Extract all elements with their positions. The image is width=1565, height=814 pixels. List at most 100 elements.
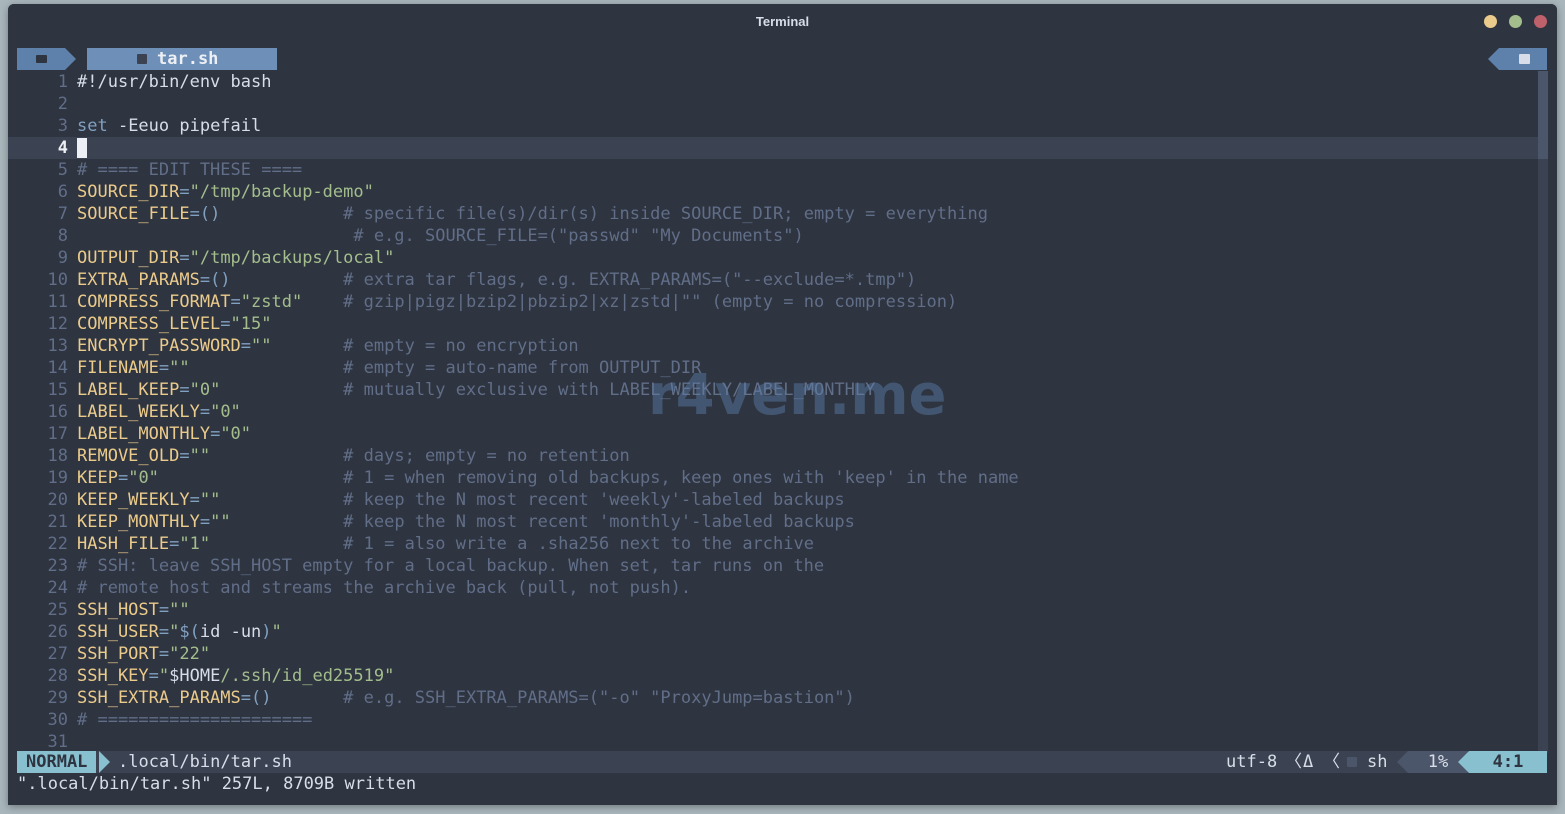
line-number: 2 xyxy=(57,94,68,114)
code-token: SSH_PORT xyxy=(77,644,159,664)
code-line[interactable]: 6 SOURCE_DIR="/tmp/backup-demo" xyxy=(8,181,1538,203)
code-line[interactable]: 5 # ==== EDIT THESE ==== xyxy=(8,159,1538,181)
code-line[interactable]: 10 EXTRA_PARAMS=() # extra tar flags, e.g… xyxy=(8,269,1538,291)
code-line[interactable]: 4 xyxy=(8,137,1538,159)
line-number: 3 xyxy=(57,116,68,136)
scroll-thumb[interactable] xyxy=(1538,71,1548,159)
code-line[interactable]: 7 SOURCE_FILE=() # specific file(s)/dir(s… xyxy=(8,203,1538,225)
code-text: SOURCE_DIR="/tmp/backup-demo" xyxy=(77,181,374,203)
folder-icon xyxy=(36,55,47,63)
code-line[interactable]: 15 LABEL_KEEP="0" # mutually exclusive wi… xyxy=(8,379,1538,401)
code-token: "zstd" xyxy=(240,292,303,312)
tab-active[interactable]: tar.sh xyxy=(87,48,277,70)
code-line[interactable]: 31 xyxy=(8,731,1538,753)
powerline-arrow xyxy=(1488,48,1499,70)
code-token: OUTPUT_DIR xyxy=(77,248,180,268)
tabline: tar.sh xyxy=(17,48,1547,70)
code-line[interactable]: 11 COMPRESS_FORMAT="zstd" # gzip|pigz|bzi… xyxy=(8,291,1538,313)
line-number: 18 xyxy=(47,446,68,466)
code-line[interactable]: 2 xyxy=(8,93,1538,115)
code-token: # empty = auto-name from OUTPUT_DIR xyxy=(343,358,702,378)
window-title: Terminal xyxy=(755,14,810,29)
minimize-button[interactable] xyxy=(1484,15,1497,28)
line-number: 13 xyxy=(47,336,68,356)
code-text: # remote host and streams the archive ba… xyxy=(77,577,691,599)
code-text: SOURCE_FILE=() # specific file(s)/dir(s)… xyxy=(77,203,988,225)
line-number: 30 xyxy=(47,710,68,730)
code-line[interactable]: 30 # ===================== xyxy=(8,709,1538,731)
tab-terminal[interactable] xyxy=(1499,48,1547,70)
code-line[interactable]: 26 SSH_USER="$(id -un)" xyxy=(8,621,1538,643)
line-number: 12 xyxy=(47,314,68,334)
code-line[interactable]: 21 KEEP_MONTHLY="" # keep the N most rece… xyxy=(8,511,1538,533)
line-number: 21 xyxy=(47,512,68,532)
code-line[interactable]: 28 SSH_KEY="$HOME/.ssh/id_ed25519" xyxy=(8,665,1538,687)
code-token: HASH_FILE xyxy=(77,534,170,554)
code-line[interactable]: 12 COMPRESS_LEVEL="15" xyxy=(8,313,1538,335)
code-line[interactable]: 13 ENCRYPT_PASSWORD="" # empty = no encry… xyxy=(8,335,1538,357)
cursor-position: 4:1 xyxy=(1469,751,1547,773)
file-type: sh xyxy=(1367,752,1388,772)
code-line[interactable]: 8 # e.g. SOURCE_FILE=("passwd" "My Docum… xyxy=(8,225,1538,247)
maximize-button[interactable] xyxy=(1509,15,1522,28)
code-line[interactable]: 1 #!/usr/bin/env bash xyxy=(8,71,1538,93)
code-token: "" xyxy=(169,600,190,620)
code-token: = xyxy=(179,182,190,202)
line-number: 27 xyxy=(47,644,68,664)
line-number: 17 xyxy=(47,424,68,444)
title-bar[interactable]: Terminal xyxy=(8,4,1557,42)
line-number: 31 xyxy=(47,732,68,752)
terminal-icon xyxy=(1519,54,1530,64)
code-line[interactable]: 24 # remote host and streams the archive … xyxy=(8,577,1538,599)
code-text: SSH_USER="$(id -un)" xyxy=(77,621,282,643)
tab-folder[interactable] xyxy=(17,48,65,70)
code-line[interactable]: 9 OUTPUT_DIR="/tmp/backups/local" xyxy=(8,247,1538,269)
code-token: # ===================== xyxy=(77,710,313,730)
code-token: # extra tar flags, e.g. EXTRA_PARAMS=("-… xyxy=(343,270,917,290)
line-number: 24 xyxy=(47,578,68,598)
code-line[interactable]: 25 SSH_HOST="" xyxy=(8,599,1538,621)
code-text: SSH_EXTRA_PARAMS=() # e.g. SSH_EXTRA_PAR… xyxy=(77,687,855,709)
code-line[interactable]: 19 KEEP="0" # 1 = when removing old backu… xyxy=(8,467,1538,489)
code-line[interactable]: 27 SSH_PORT="22" xyxy=(8,643,1538,665)
code-token: #!/usr/bin/env bash xyxy=(77,72,272,92)
code-line[interactable]: 17 LABEL_MONTHLY="0" xyxy=(8,423,1538,445)
code-token: FILENAME xyxy=(77,358,159,378)
code-line[interactable]: 29 SSH_EXTRA_PARAMS=() # e.g. SSH_EXTRA_P… xyxy=(8,687,1538,709)
code-token: = xyxy=(189,490,200,510)
code-token: "" xyxy=(199,490,221,510)
code-token: = xyxy=(240,336,252,356)
code-token: REMOVE_OLD xyxy=(77,446,180,466)
code-text: COMPRESS_FORMAT="zstd" # gzip|pigz|bzip2… xyxy=(77,291,957,313)
line-number: 9 xyxy=(57,248,68,268)
code-token: = xyxy=(158,358,170,378)
scrollbar[interactable] xyxy=(1538,71,1548,753)
code-token: LABEL_MONTHLY xyxy=(77,424,211,444)
code-line[interactable]: 22 HASH_FILE="1" # 1 = also write a .sha2… xyxy=(8,533,1538,555)
powerline-arrow xyxy=(1397,751,1408,773)
code-line[interactable]: 3 set -Eeuo pipefail xyxy=(8,115,1538,137)
code-token: -Eeuo pipefail xyxy=(107,116,262,136)
code-token: = xyxy=(158,600,170,620)
code-token: "0" xyxy=(128,468,159,488)
code-line[interactable]: 20 KEEP_WEEKLY="" # keep the N most recen… xyxy=(8,489,1538,511)
code-line[interactable]: 23 # SSH: leave SSH_HOST empty for a loca… xyxy=(8,555,1538,577)
line-number: 6 xyxy=(57,182,68,202)
command-line[interactable]: ".local/bin/tar.sh" 257L, 8709B written xyxy=(17,773,1547,795)
code-line[interactable]: 18 REMOVE_OLD="" # days; empty = no reten… xyxy=(8,445,1538,467)
code-token: $( xyxy=(179,622,200,642)
code-line[interactable]: 14 FILENAME="" # empty = auto-name from O… xyxy=(8,357,1538,379)
code-line[interactable]: 16 LABEL_WEEKLY="0" xyxy=(8,401,1538,423)
line-number: 10 xyxy=(47,270,68,290)
code-token: " xyxy=(158,666,170,686)
editor-buffer[interactable]: 1 #!/usr/bin/env bash 2 3 set -Eeuo pipefail… xyxy=(8,71,1557,753)
close-button[interactable] xyxy=(1534,15,1547,28)
code-token: = xyxy=(199,512,211,532)
code-text: # SSH: leave SSH_HOST empty for a local … xyxy=(77,555,824,577)
